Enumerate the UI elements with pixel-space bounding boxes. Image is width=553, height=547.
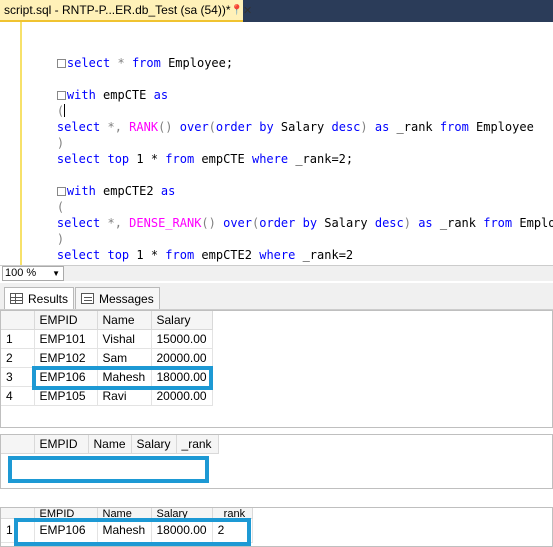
highlight-box-result-row — [14, 518, 251, 546]
messages-icon — [81, 293, 94, 304]
document-tab-title: script.sql - RNTP-P...ER.db_Test (sa (54… — [4, 3, 231, 17]
code-line-13[interactable]: select top 1 * from empCTE2 where _rank=… — [28, 231, 353, 262]
tab-messages-label: Messages — [99, 291, 154, 306]
cell-salary[interactable]: 20000.00 — [151, 348, 213, 368]
column-header-salary[interactable]: Salary — [151, 311, 213, 330]
zoom-value: 100 % — [5, 267, 37, 279]
cell-salary[interactable]: 15000.00 — [151, 329, 213, 349]
grid-icon — [10, 293, 23, 304]
code-line-10[interactable]: ( — [28, 183, 64, 214]
code-line-7[interactable]: select top 1 * from empCTE where _rank=2… — [28, 135, 353, 166]
row-number[interactable]: 4 — [1, 386, 35, 406]
column-header-name[interactable]: Name — [97, 311, 152, 330]
results-tab-strip: Results Messages — [0, 283, 553, 310]
change-indicator-bar — [20, 22, 22, 265]
row-number[interactable]: 3 — [1, 367, 35, 387]
collapse-icon[interactable] — [56, 59, 66, 68]
document-tab-bar: script.sql - RNTP-P...ER.db_Test (sa (54… — [0, 0, 553, 22]
document-tab[interactable]: script.sql - RNTP-P...ER.db_Test (sa (54… — [0, 0, 252, 22]
code-line-1[interactable]: select * from Employee; — [28, 39, 233, 70]
column-header-salary[interactable]: Salary — [131, 435, 177, 454]
code-line-12[interactable]: ) — [28, 215, 64, 246]
horizontal-scrollbar[interactable] — [64, 266, 553, 281]
row-number[interactable]: 2 — [1, 348, 35, 368]
cell-empid[interactable]: EMP102 — [34, 348, 98, 368]
column-header-empid[interactable]: EMPID — [34, 311, 98, 330]
table-row[interactable]: 2 EMP102 Sam 20000.00 — [1, 348, 213, 368]
tab-results[interactable]: Results — [4, 287, 75, 309]
column-header-empid[interactable]: EMPID — [34, 435, 89, 454]
header-row: EMPID Name Salary _rank — [1, 508, 253, 519]
row-number-header[interactable] — [1, 435, 35, 454]
pin-icon[interactable]: 📍 — [231, 5, 243, 16]
column-header-empid[interactable]: EMPID — [34, 508, 98, 519]
row-number-header[interactable] — [1, 508, 35, 519]
highlight-box-empty-result — [8, 456, 209, 483]
code-line-9[interactable]: with empCTE2 as — [28, 167, 175, 198]
cell-name[interactable]: Sam — [97, 348, 152, 368]
cell-name[interactable]: Vishal — [97, 329, 152, 349]
header-row: EMPID Name Salary _rank — [1, 435, 219, 454]
editor-status-bar: 100 % ▼ — [0, 265, 553, 281]
tab-results-label: Results — [28, 291, 69, 306]
code-line-11[interactable]: select *, DENSE_RANK() over(order by Sal… — [28, 199, 553, 230]
zoom-select[interactable]: 100 % ▼ — [2, 266, 64, 281]
code-line-3[interactable]: with empCTE as — [28, 71, 168, 102]
column-header-rank[interactable]: _rank — [212, 508, 253, 519]
row-number-header[interactable] — [1, 311, 35, 330]
column-header-rank[interactable]: _rank — [176, 435, 219, 454]
header-row: EMPID Name Salary — [1, 311, 213, 330]
table-row[interactable]: 1 EMP101 Vishal 15000.00 — [1, 329, 213, 349]
column-header-salary[interactable]: Salary — [151, 508, 213, 519]
cell-empid[interactable]: EMP101 — [34, 329, 98, 349]
close-icon[interactable]: ✕ — [243, 4, 252, 17]
result-table-1: EMPID Name Salary 1 EMP101 Vishal 15000.… — [1, 311, 213, 406]
highlight-box-row-3 — [32, 366, 213, 390]
column-header-name[interactable]: Name — [97, 508, 152, 519]
tab-messages[interactable]: Messages — [75, 287, 160, 309]
column-header-name[interactable]: Name — [88, 435, 132, 454]
chevron-down-icon: ▼ — [52, 269, 60, 278]
code-line-6[interactable]: ) — [28, 119, 64, 150]
code-line-4[interactable]: ( — [28, 87, 66, 118]
code-line-5[interactable]: select *, RANK() over(order by Salary de… — [28, 103, 534, 134]
row-number[interactable]: 1 — [1, 329, 35, 349]
result-table-2: EMPID Name Salary _rank — [1, 435, 219, 454]
query-editor[interactable]: select * from Employee; with empCTE as (… — [0, 22, 553, 265]
